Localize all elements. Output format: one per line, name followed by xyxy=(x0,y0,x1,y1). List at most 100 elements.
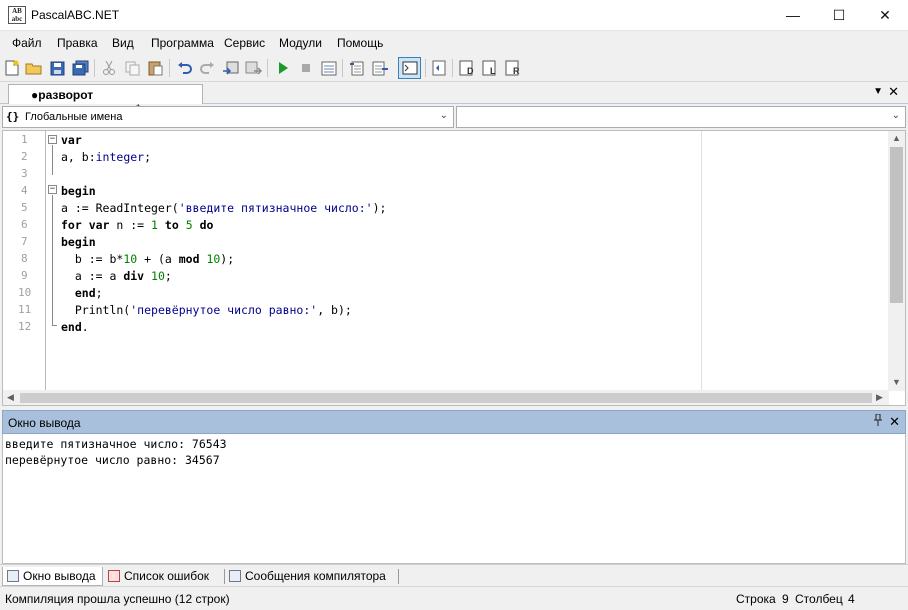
compiler-messages-icon xyxy=(229,570,241,582)
fold-collapse-icon[interactable]: − xyxy=(48,135,57,144)
code-token: 10 xyxy=(123,252,138,266)
menu-bar: Файл Правка Вид Программа Сервис Модули … xyxy=(0,31,908,53)
line-value: 9 xyxy=(782,592,789,606)
line-number: 2 xyxy=(21,150,28,163)
menu-help[interactable]: Помощь xyxy=(337,36,383,50)
line-number: 7 xyxy=(21,235,28,248)
save-icon[interactable] xyxy=(47,58,67,78)
scope-dropdown[interactable]: {} Глобальные имена ⌄ xyxy=(2,106,454,128)
code-token: end xyxy=(61,320,82,334)
code-line: Println('перевёрнутое число равно:', b); xyxy=(61,303,352,317)
output-close-icon[interactable]: ✕ xyxy=(889,414,900,430)
scroll-right-icon[interactable]: ▶ xyxy=(876,392,883,403)
code-token: var xyxy=(61,133,82,147)
tab-compiler-messages-label: Сообщения компилятора xyxy=(245,569,386,583)
code-line: a, b:integer; xyxy=(61,150,151,164)
vertical-scrollbar[interactable]: ▲ ▼ xyxy=(888,131,905,391)
line-number: 9 xyxy=(21,269,28,282)
cut-icon[interactable] xyxy=(99,58,119,78)
copy-icon[interactable] xyxy=(122,58,142,78)
redo-icon[interactable] xyxy=(197,58,217,78)
lib-icon[interactable]: L xyxy=(481,58,501,78)
line-number: 11 xyxy=(18,303,32,316)
line-number: 4 xyxy=(21,184,28,197)
menu-edit[interactable]: Правка xyxy=(57,36,98,50)
compile-icon[interactable] xyxy=(220,58,240,78)
column-label: Столбец xyxy=(795,592,843,606)
scroll-up-icon[interactable]: ▲ xyxy=(892,133,901,143)
line-label: Строка xyxy=(736,592,776,606)
member-dropdown[interactable]: ⌄ xyxy=(456,106,906,128)
debug-icon[interactable] xyxy=(319,58,339,78)
code-token: 1 xyxy=(151,218,158,232)
code-editor[interactable]: 1 2 3 4 5 6 7 8 9 10 11 12 − − var a, b:integer; begi… xyxy=(2,130,906,406)
step-into-icon[interactable] xyxy=(370,58,390,78)
code-token: , b); xyxy=(317,303,352,317)
run-icon[interactable] xyxy=(273,58,293,78)
fold-collapse-icon[interactable]: − xyxy=(48,185,57,194)
open-folder-icon[interactable] xyxy=(24,58,44,78)
form-icon[interactable]: D xyxy=(458,58,478,78)
code-token: ; xyxy=(164,269,172,283)
close-button[interactable]: ✕ xyxy=(862,0,908,31)
line-number: 1 xyxy=(21,133,28,146)
output-window-icon xyxy=(7,570,19,582)
save-all-icon[interactable] xyxy=(70,58,90,78)
scroll-left-icon[interactable]: ◀ xyxy=(7,392,14,403)
line-number: 3 xyxy=(21,167,28,180)
menu-file[interactable]: Файл xyxy=(12,36,42,50)
svg-text:R: R xyxy=(513,66,520,76)
column-value: 4 xyxy=(848,592,855,606)
code-token: begin xyxy=(61,235,96,249)
pin-icon[interactable] xyxy=(873,413,883,429)
tab-output-window[interactable]: Окно вывода xyxy=(2,567,103,586)
tab-list-dropdown-icon[interactable]: ▼ xyxy=(873,86,883,97)
app-logo-icon: AB abc xyxy=(8,6,26,24)
tab-close-icon[interactable]: ✕ xyxy=(888,84,899,100)
build-icon[interactable] xyxy=(243,58,263,78)
menu-view[interactable]: Вид xyxy=(112,36,134,50)
step-over-icon[interactable] xyxy=(347,58,367,78)
menu-modules[interactable]: Модули xyxy=(279,36,322,50)
fold-guide xyxy=(52,195,53,325)
title-bar: AB abc PascalABC.NET — ☐ ✕ xyxy=(0,0,908,31)
vertical-scroll-thumb[interactable] xyxy=(890,147,903,303)
toolbar-separator xyxy=(342,59,343,77)
paste-icon[interactable] xyxy=(145,58,165,78)
tab-current-file[interactable]: ●разворот пятизначного.pas* xyxy=(8,84,203,116)
horizontal-scrollbar[interactable]: ◀ ▶ xyxy=(3,390,889,405)
tab-error-list[interactable]: Список ошибок xyxy=(104,567,215,586)
gutter-divider xyxy=(45,131,46,391)
output-text-area[interactable]: введите пятизначное число: 76543 перевёр… xyxy=(2,434,906,564)
menu-program[interactable]: Программа xyxy=(151,36,214,50)
toolbar: D L R xyxy=(0,54,908,82)
new-file-icon[interactable] xyxy=(2,58,22,78)
undo-icon[interactable] xyxy=(174,58,194,78)
scroll-down-icon[interactable]: ▼ xyxy=(892,377,901,387)
maximize-button[interactable]: ☐ xyxy=(816,0,862,31)
code-token: ; xyxy=(95,286,103,300)
console-icon[interactable] xyxy=(398,57,421,79)
code-token: a, b: xyxy=(61,150,96,164)
code-line: a := a div 10; xyxy=(61,269,172,283)
code-token: to xyxy=(164,218,179,232)
stop-icon[interactable] xyxy=(296,58,316,78)
code-token: do xyxy=(199,218,214,232)
horizontal-scroll-thumb[interactable] xyxy=(20,393,872,403)
toolbar-separator xyxy=(267,59,268,77)
code-line: for var n := 1 to 5 do xyxy=(61,218,213,232)
menu-service[interactable]: Сервис xyxy=(224,36,265,50)
format-icon[interactable] xyxy=(429,58,449,78)
right-margin-guide xyxy=(701,131,702,391)
tab-compiler-messages[interactable]: Сообщения компилятора xyxy=(225,567,392,586)
minimize-button[interactable]: — xyxy=(770,0,816,31)
line-number: 12 xyxy=(18,320,32,333)
bottom-panel-tabs: Окно вывода Список ошибок Сообщения комп… xyxy=(0,564,908,586)
tab-separator xyxy=(398,569,399,584)
code-token: integer xyxy=(95,150,145,164)
line-number: 6 xyxy=(21,218,28,231)
code-line: b := b*10 + (a mod 10); xyxy=(61,252,234,266)
ref-icon[interactable]: R xyxy=(504,58,524,78)
chevron-down-icon: ⌄ xyxy=(439,110,448,121)
